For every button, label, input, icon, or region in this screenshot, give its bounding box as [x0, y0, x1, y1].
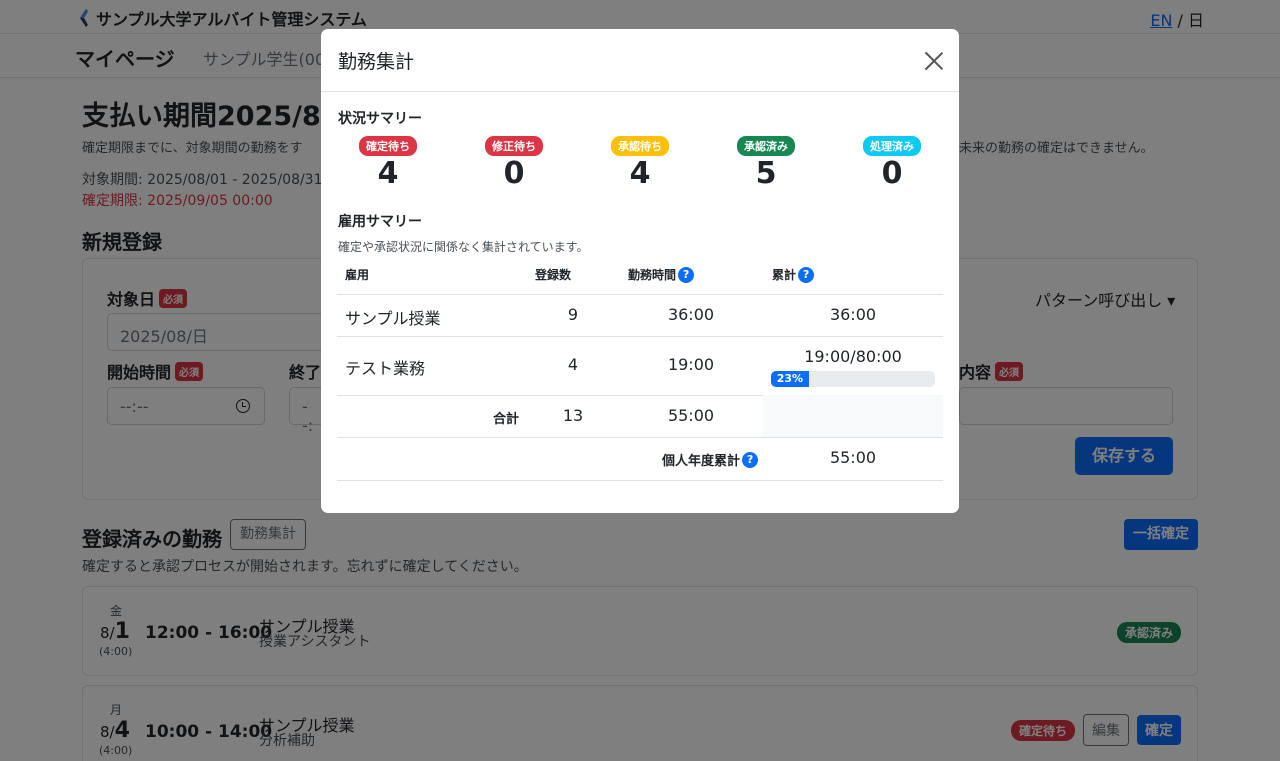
row-count: 9 [567, 305, 579, 324]
col-employment-label: 雇用 [345, 268, 370, 282]
col-count: 登録数 [535, 266, 571, 283]
total-label: 合計 [493, 412, 520, 427]
status-summary-item: 確定待ち 4 [356, 135, 420, 192]
employment-summary-note: 確定や承認状況に関係なく集計されています。 [338, 240, 589, 254]
col-cumulative: 累計 ? [772, 266, 815, 283]
table-divider [337, 480, 943, 481]
row-count: 4 [567, 355, 579, 374]
status-count: 0 [503, 156, 525, 191]
col-count-label: 登録数 [535, 268, 572, 282]
status-badge: 修正待ち [485, 136, 543, 156]
annual-value: 55:00 [829, 448, 877, 467]
help-icon[interactable]: ? [798, 266, 815, 283]
work-summary-modal: 勤務集計 状況サマリー 確定待ち 4 修正待ち 0 承認待ち 4 承認済み 5 … [321, 29, 959, 513]
empty-cell [763, 395, 943, 437]
status-badge: 確定待ち [359, 136, 417, 156]
status-summary-heading: 状況サマリー [338, 111, 422, 127]
status-count: 5 [755, 156, 777, 191]
limit-progress-bar: 23% [771, 371, 935, 387]
status-count: 4 [629, 156, 651, 191]
modal-header: 勤務集計 [321, 29, 959, 92]
modal-title: 勤務集計 [338, 51, 415, 73]
close-icon[interactable] [924, 51, 944, 71]
status-summary-item: 修正待ち 0 [482, 135, 546, 192]
status-badge: 承認済み [737, 136, 795, 156]
row-employment-name: サンプル授業 [345, 309, 441, 328]
total-count: 13 [562, 406, 584, 425]
row-hours: 19:00 [667, 355, 715, 374]
status-count: 4 [377, 156, 399, 191]
status-summary-item: 承認済み 5 [734, 135, 798, 192]
help-icon[interactable]: ? [742, 451, 759, 468]
col-employment: 雇用 [345, 266, 369, 283]
status-badge: 承認待ち [611, 136, 669, 156]
employment-summary-heading: 雇用サマリー [338, 214, 422, 230]
col-hours-label: 勤務時間 [628, 268, 677, 282]
col-cumulative-label: 累計 [772, 268, 797, 282]
help-icon[interactable]: ? [678, 266, 695, 283]
row-employment-name: テスト業務 [345, 359, 426, 378]
row-hours: 36:00 [667, 305, 715, 324]
row-cumulative: 19:00/80:00 [804, 347, 902, 366]
col-hours: 勤務時間 ? [628, 266, 695, 283]
total-hours: 55:00 [667, 406, 715, 425]
row-cumulative: 36:00 [829, 305, 877, 324]
status-count: 0 [881, 156, 903, 191]
progress-fill: 23% [771, 371, 809, 387]
annual-label-text: 個人年度累計 [662, 454, 741, 469]
table-divider [337, 336, 943, 337]
status-summary-item: 承認待ち 4 [608, 135, 672, 192]
status-badge: 処理済み [863, 136, 921, 156]
status-summary-item: 処理済み 0 [860, 135, 924, 192]
table-divider [337, 294, 943, 295]
table-divider [337, 437, 943, 438]
annual-label: 個人年度累計 ? [662, 450, 759, 469]
